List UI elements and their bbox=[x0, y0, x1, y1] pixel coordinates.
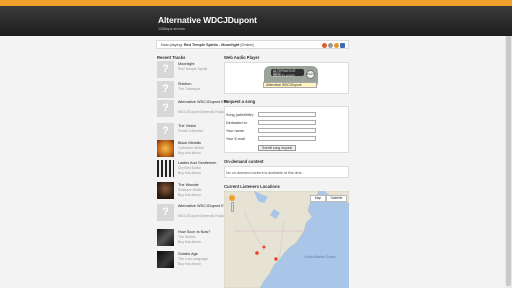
player-station-name: Alternative WDCJDupont bbox=[263, 82, 317, 88]
request-song-heading: Request a song bbox=[224, 99, 256, 104]
name-input[interactable] bbox=[258, 128, 316, 133]
zoom-slider[interactable] bbox=[230, 202, 234, 212]
lastfm-icon[interactable] bbox=[322, 42, 327, 48]
dedicated-field-label: Dedicated to: bbox=[226, 121, 248, 125]
player-screen: ALTERNATIVE WDC WEB PLAYER bbox=[271, 69, 304, 77]
song-field-label: Song (artist/title): bbox=[226, 113, 254, 117]
map-land bbox=[224, 191, 349, 288]
play-button[interactable]: PLAY bbox=[306, 70, 315, 79]
list-item[interactable]: ? Alternative WDCJDupont ESL WDCJDupont … bbox=[157, 204, 228, 224]
buy-album-link[interactable]: Buy this album bbox=[178, 262, 201, 266]
name-field-label: Your name: bbox=[226, 129, 245, 133]
list-item[interactable]: Golden Age The Lost Language Buy this al… bbox=[157, 251, 219, 271]
list-item[interactable]: ? Moonlight Red Temple Spirits bbox=[157, 61, 219, 81]
buy-album-link[interactable]: Buy this album bbox=[178, 171, 201, 175]
listeners-heading: Current Listeners Locations bbox=[224, 184, 280, 189]
on-demand-message: No on-demand content is available at thi… bbox=[226, 171, 303, 175]
now-playing-prefix: Now playing: bbox=[161, 43, 183, 47]
email-input[interactable] bbox=[258, 136, 316, 141]
now-playing-status: [Online] bbox=[240, 43, 254, 47]
buy-album-link[interactable]: Buy this album bbox=[178, 193, 201, 197]
buy-album-link[interactable]: Buy this album bbox=[178, 151, 201, 155]
album-placeholder-icon: ? bbox=[157, 204, 174, 221]
on-demand-heading: On-demand content bbox=[224, 159, 264, 164]
submit-request-button[interactable]: Submit song request bbox=[258, 145, 296, 151]
window-icon[interactable] bbox=[340, 42, 345, 48]
list-item[interactable]: Ladies And Gentlemen Dry Bed Sulfur Buy … bbox=[157, 160, 219, 180]
email-field-label: Your E-mail: bbox=[226, 137, 246, 141]
recent-tracks-heading: Recent Tracks bbox=[157, 55, 186, 60]
site-subtitle: 128kbps stream bbox=[158, 27, 186, 31]
list-item[interactable]: The Wonder Shabazz Wolfe Buy this album bbox=[157, 182, 219, 202]
album-placeholder-icon: ? bbox=[157, 81, 174, 98]
listeners-map[interactable] bbox=[224, 191, 349, 288]
now-playing-track: Red Temple Spirits - Moonlight bbox=[183, 43, 240, 47]
album-cover bbox=[157, 182, 174, 199]
map-zoom-control[interactable] bbox=[229, 195, 235, 213]
rss-icon[interactable] bbox=[334, 42, 339, 48]
scrollbar-thumb[interactable] bbox=[506, 36, 511, 286]
site-header: Alternative WDCJDupont 128kbps stream bbox=[0, 6, 512, 36]
album-cover bbox=[157, 160, 174, 177]
site-title: Alternative WDCJDupont bbox=[158, 15, 257, 25]
album-cover bbox=[157, 140, 174, 157]
now-playing-bar: Now playing: Red Temple Spirits - Moonli… bbox=[156, 40, 349, 49]
album-placeholder-icon: ? bbox=[157, 123, 174, 140]
scrollbar[interactable] bbox=[505, 36, 512, 288]
pause-icon[interactable] bbox=[328, 42, 333, 48]
pegman-icon[interactable] bbox=[229, 195, 235, 201]
buy-album-link[interactable]: Buy this album bbox=[178, 240, 201, 244]
album-placeholder-icon: ? bbox=[157, 100, 174, 117]
dedicated-input[interactable] bbox=[258, 120, 316, 125]
song-input[interactable] bbox=[258, 112, 316, 117]
map-view-button[interactable]: Map bbox=[310, 195, 326, 202]
ocean-label: North Atlantic Ocean bbox=[304, 255, 336, 259]
list-item[interactable]: Black Metallic Catherine Wheel Buy this … bbox=[157, 140, 219, 160]
list-item[interactable]: ? Shiction The Tubesque bbox=[157, 81, 219, 101]
satellite-view-button[interactable]: Satellite bbox=[326, 195, 347, 202]
album-cover bbox=[157, 251, 174, 268]
web-player-heading: Web Audio Player bbox=[224, 55, 260, 60]
album-placeholder-icon: ? bbox=[157, 61, 174, 78]
album-cover bbox=[157, 229, 174, 246]
list-item[interactable]: ? Alternative WDCJDupont ESL WDCJDupont … bbox=[157, 100, 228, 120]
list-item[interactable]: How Soon Is Now? The Smiths Buy this alb… bbox=[157, 229, 219, 249]
